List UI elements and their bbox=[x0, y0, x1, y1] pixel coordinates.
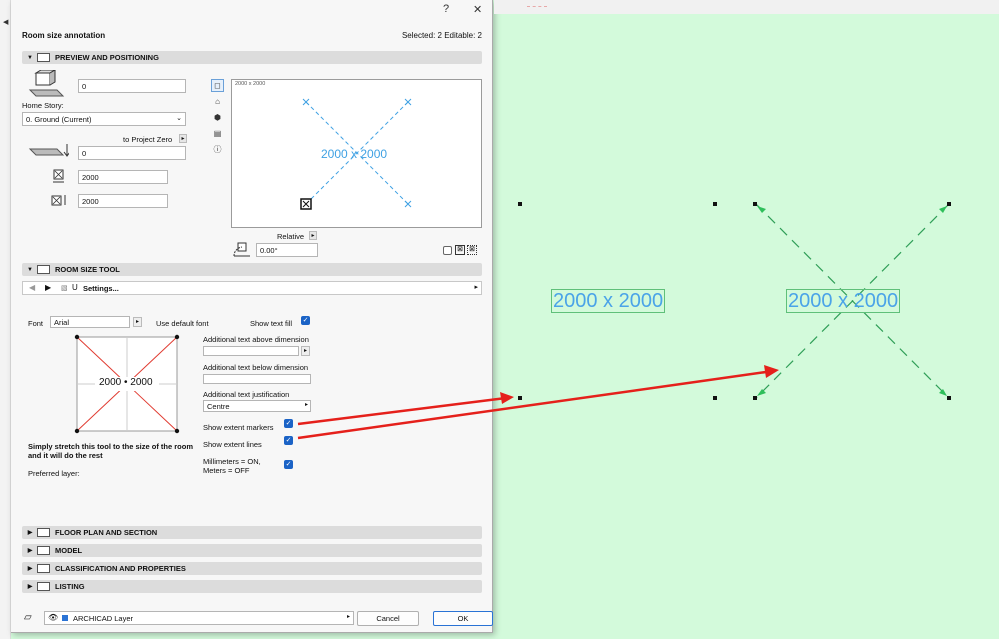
canvas-label-right[interactable]: 2000 x 2000 bbox=[786, 289, 901, 313]
canvas-label-left[interactable]: 2000 x 2000 bbox=[551, 289, 666, 313]
canvas-drawing bbox=[297, 202, 951, 440]
